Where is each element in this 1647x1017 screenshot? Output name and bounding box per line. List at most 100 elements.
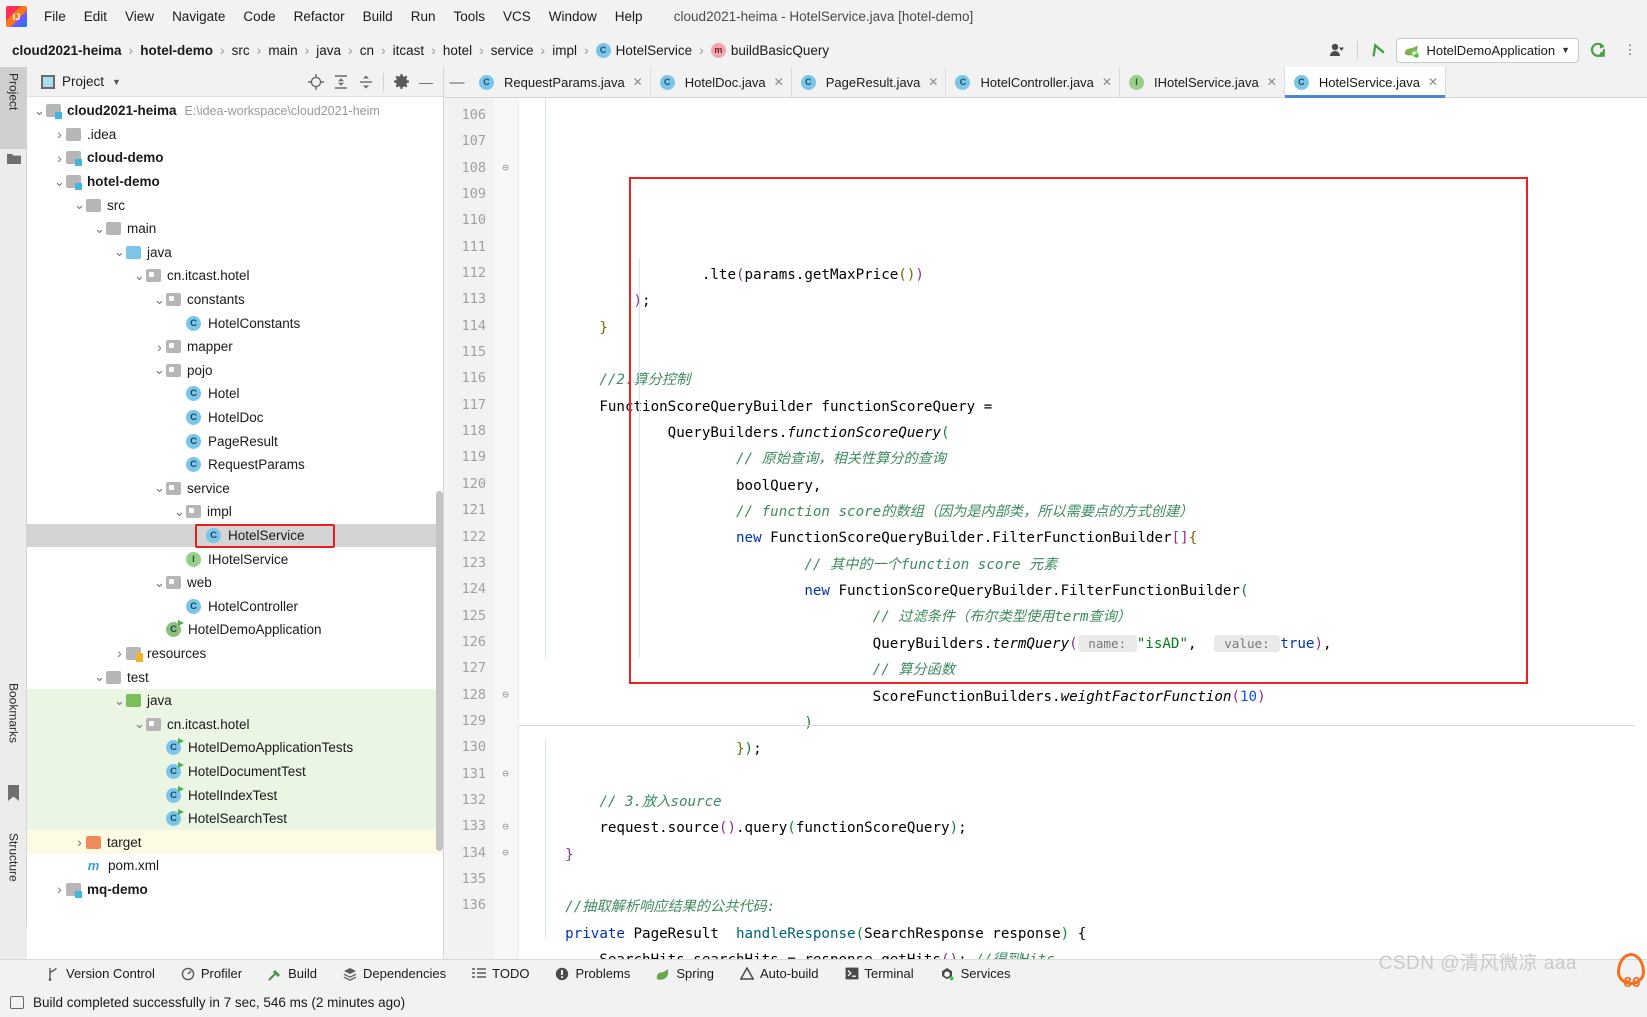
- editor-tab-hoteldoc-java[interactable]: C HotelDoc.java ✕: [651, 67, 792, 97]
- editor-tab-requestparams-java[interactable]: C RequestParams.java ✕: [470, 67, 651, 97]
- close-icon[interactable]: ✕: [1102, 75, 1112, 89]
- fold-marker[interactable]: [493, 550, 518, 576]
- fold-marker[interactable]: [493, 207, 518, 233]
- sidebar-item-bookmarks[interactable]: Bookmarks: [0, 677, 27, 781]
- code-folding-gutter[interactable]: ⊖ ⊖ ⊖ ⊖ ⊖: [493, 98, 519, 959]
- menu-item-tools[interactable]: Tools: [444, 5, 494, 28]
- chevron-right-icon[interactable]: ›: [53, 150, 66, 166]
- breadcrumb-item-cn[interactable]: cn: [360, 43, 374, 58]
- project-tree-scrollbar[interactable]: [436, 491, 443, 851]
- chevron-down-icon[interactable]: ⌄: [133, 269, 146, 282]
- editor-scrollbar[interactable]: [1634, 129, 1647, 959]
- tree-item-pageresult[interactable]: C PageResult: [27, 429, 443, 453]
- tree-item-cn-itcast-hotel[interactable]: ⌄ cn.itcast.hotel: [27, 264, 443, 288]
- tree-item-resources[interactable]: › resources: [27, 642, 443, 666]
- close-icon[interactable]: ✕: [633, 75, 643, 89]
- close-icon[interactable]: ✕: [1267, 75, 1277, 89]
- tree-item-hotelindextest[interactable]: C HotelIndexTest: [27, 783, 443, 807]
- tool-window-problems[interactable]: Problems: [542, 966, 643, 981]
- tree-item-web[interactable]: ⌄ web: [27, 571, 443, 595]
- tree-item-test[interactable]: ⌄ test: [27, 665, 443, 689]
- fold-marker[interactable]: [493, 576, 518, 602]
- fold-marker[interactable]: [493, 286, 518, 312]
- tool-window-spring[interactable]: Spring: [643, 966, 727, 981]
- menu-item-refactor[interactable]: Refactor: [285, 5, 354, 28]
- breadcrumb-item-hotel-demo[interactable]: hotel-demo: [140, 43, 213, 58]
- close-icon[interactable]: ✕: [774, 75, 784, 89]
- menu-item-edit[interactable]: Edit: [75, 5, 116, 28]
- menu-item-window[interactable]: Window: [540, 5, 606, 28]
- fold-marker[interactable]: ⊖: [493, 155, 518, 181]
- chevron-down-icon[interactable]: ⌄: [113, 245, 126, 258]
- fold-marker[interactable]: [493, 418, 518, 444]
- tree-item-hotel[interactable]: C Hotel: [27, 382, 443, 406]
- tree-item-pojo[interactable]: ⌄ pojo: [27, 359, 443, 383]
- menu-item-help[interactable]: Help: [606, 5, 652, 28]
- close-icon[interactable]: ✕: [928, 75, 938, 89]
- tree-item-mapper[interactable]: › mapper: [27, 335, 443, 359]
- tree-item-src[interactable]: ⌄ src: [27, 193, 443, 217]
- menu-item-build[interactable]: Build: [354, 5, 402, 28]
- fold-marker[interactable]: [493, 524, 518, 550]
- breadcrumb-item-itcast[interactable]: itcast: [393, 43, 425, 58]
- source-code[interactable]: .lte(params.getMaxPrice()) ); } //2.算分控制…: [519, 98, 1647, 959]
- tree-item-ihotelservice[interactable]: I IHotelService: [27, 547, 443, 571]
- chevron-down-icon[interactable]: ⌄: [153, 576, 166, 589]
- fold-marker[interactable]: [493, 655, 518, 681]
- close-icon[interactable]: ✕: [1428, 75, 1438, 89]
- chevron-down-icon[interactable]: ⌄: [53, 175, 66, 188]
- fold-marker[interactable]: [493, 629, 518, 655]
- fold-marker[interactable]: [493, 787, 518, 813]
- breadcrumb-item-cloud2021-heima[interactable]: cloud2021-heima: [12, 43, 122, 58]
- settings-gear-icon[interactable]: [390, 71, 412, 93]
- collapse-all-icon[interactable]: [355, 71, 377, 93]
- chevron-down-icon[interactable]: ⌄: [113, 694, 126, 707]
- menu-item-vcs[interactable]: VCS: [494, 5, 540, 28]
- chevron-down-icon[interactable]: ⌄: [73, 198, 86, 211]
- fold-marker[interactable]: [493, 102, 518, 128]
- chevron-down-icon[interactable]: ▼: [112, 77, 121, 87]
- editor-tab-pageresult-java[interactable]: C PageResult.java ✕: [792, 67, 947, 97]
- breadcrumb-item-java[interactable]: java: [316, 43, 341, 58]
- event-log-icon[interactable]: [10, 995, 24, 1009]
- tool-window-version-control[interactable]: Version Control: [34, 966, 168, 981]
- fold-marker[interactable]: [493, 128, 518, 154]
- menu-item-view[interactable]: View: [116, 5, 163, 28]
- fold-marker[interactable]: [493, 181, 518, 207]
- tree-item-hoteldemoapplicationtests[interactable]: C HotelDemoApplicationTests: [27, 736, 443, 760]
- hide-tabs-icon[interactable]: —: [444, 67, 470, 97]
- breadcrumb-item-impl[interactable]: impl: [552, 43, 577, 58]
- chevron-right-icon[interactable]: ›: [53, 126, 66, 142]
- tree-item-service[interactable]: ⌄ service: [27, 477, 443, 501]
- fold-marker[interactable]: [493, 339, 518, 365]
- tree-item-cn-itcast-hotel[interactable]: ⌄ cn.itcast.hotel: [27, 712, 443, 737]
- tool-window-build[interactable]: Build: [255, 966, 330, 981]
- tree-item-mq-demo[interactable]: › mq-demo: [27, 878, 443, 902]
- tree-item-java[interactable]: ⌄ java: [27, 688, 443, 713]
- tree-item-hoteldocumenttest[interactable]: C HotelDocumentTest: [27, 759, 443, 784]
- chevron-right-icon[interactable]: ›: [73, 834, 86, 850]
- chevron-down-icon[interactable]: ⌄: [93, 670, 106, 683]
- breadcrumb-item-service[interactable]: service: [491, 43, 534, 58]
- chevron-down-icon[interactable]: ⌄: [33, 104, 46, 117]
- breadcrumb-item-hotelservice[interactable]: C HotelService: [595, 42, 692, 58]
- tool-window-dependencies[interactable]: Dependencies: [330, 966, 459, 981]
- fold-marker[interactable]: [493, 365, 518, 391]
- hide-icon[interactable]: —: [415, 71, 437, 93]
- rerun-icon[interactable]: [1585, 38, 1611, 62]
- tree-item-cloud2021-heima[interactable]: ⌄ cloud2021-heima E:\idea-workspace\cloud2…: [27, 99, 443, 123]
- expand-all-icon[interactable]: [330, 71, 352, 93]
- chevron-down-icon[interactable]: ⌄: [93, 222, 106, 235]
- tree-item-hoteldemoapplication[interactable]: C HotelDemoApplication: [27, 618, 443, 642]
- tree-item--idea[interactable]: › .idea: [27, 123, 443, 147]
- breadcrumb-item-hotel[interactable]: hotel: [443, 43, 472, 58]
- more-options-icon[interactable]: ⋮: [1617, 38, 1643, 62]
- fold-marker[interactable]: ⊖: [493, 840, 518, 866]
- menu-item-code[interactable]: Code: [234, 5, 284, 28]
- fold-marker[interactable]: ⊖: [493, 682, 518, 708]
- code-editor[interactable]: 106 107 108 109 110 111 112 113 114 115 116 117 118 1…: [444, 98, 1647, 959]
- editor-tab-ihotelservice-java[interactable]: I IHotelService.java ✕: [1120, 67, 1285, 97]
- menu-item-file[interactable]: File: [35, 5, 75, 28]
- tree-item-pom-xml[interactable]: m pom.xml: [27, 854, 443, 878]
- editor-tab-hotelcontroller-java[interactable]: C HotelController.java ✕: [946, 67, 1120, 97]
